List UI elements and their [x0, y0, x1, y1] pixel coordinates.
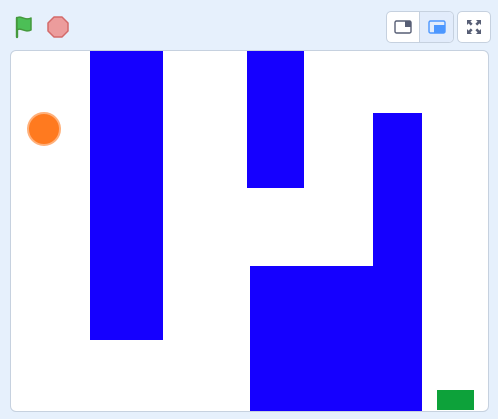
stage-size-toggle [386, 11, 454, 43]
large-stage-button[interactable] [420, 12, 453, 42]
small-stage-icon [394, 20, 412, 34]
fullscreen-icon [467, 20, 481, 34]
stage-canvas[interactable] [10, 50, 489, 412]
maze-wall-bottom-block [250, 266, 422, 411]
fullscreen-button[interactable] [457, 11, 491, 43]
small-stage-button[interactable] [387, 12, 420, 42]
player-ball[interactable] [27, 112, 61, 146]
maze-wall-right-upper [373, 113, 422, 268]
stage-header [0, 0, 498, 50]
goal-block [437, 390, 474, 410]
maze-wall-left [90, 51, 163, 340]
stop-button[interactable] [43, 12, 73, 42]
green-flag-button[interactable] [10, 12, 40, 42]
stop-sign-icon [47, 16, 69, 38]
green-flag-icon [15, 16, 32, 39]
maze-wall-top-middle [247, 51, 304, 188]
large-stage-icon [427, 20, 446, 34]
